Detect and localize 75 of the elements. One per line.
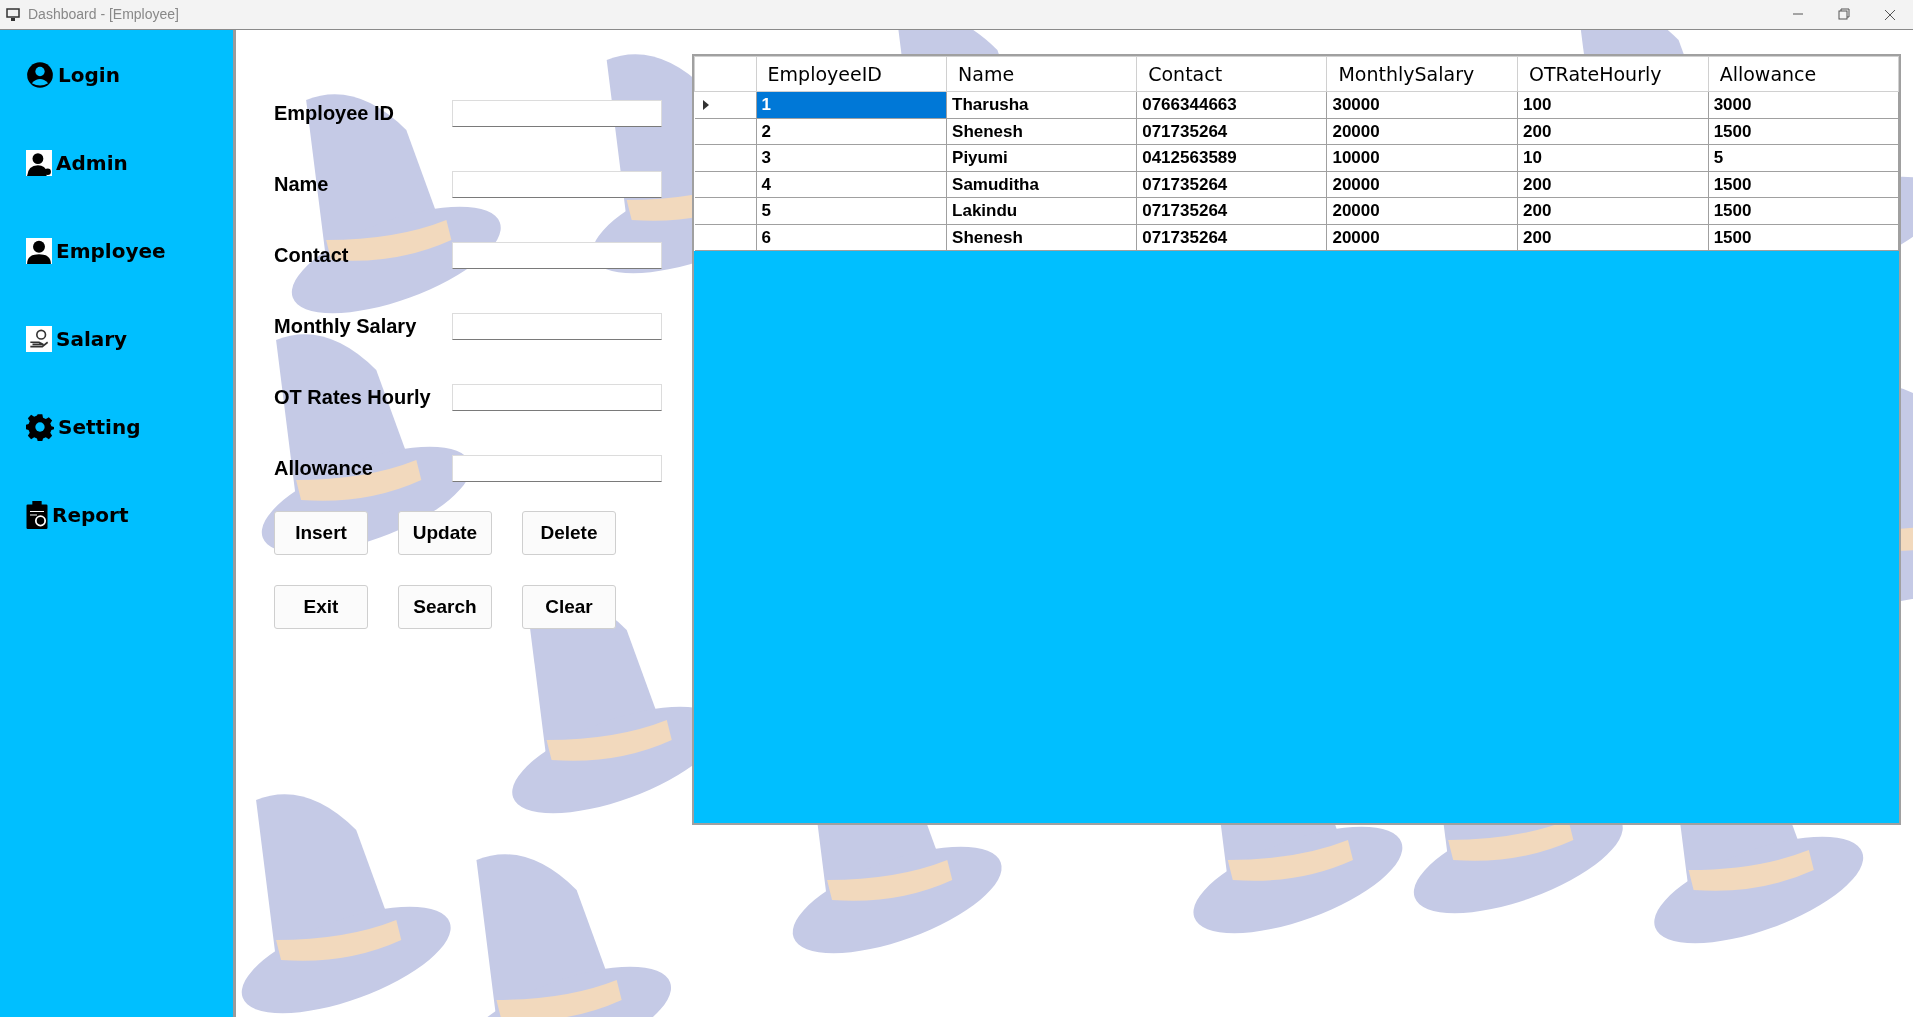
table-cell[interactable]: 200 [1517, 224, 1709, 251]
table-cell[interactable]: 0412563589 [1136, 144, 1327, 171]
field-label: Employee ID [274, 101, 396, 126]
table-cell[interactable]: 1500 [1708, 197, 1899, 224]
field-label: Monthly Salary [274, 314, 418, 339]
table-cell[interactable]: 071735264 [1136, 197, 1327, 224]
table-cell[interactable]: 100 [1517, 91, 1709, 118]
input-field[interactable] [452, 312, 662, 340]
column-header[interactable]: Contact [1136, 56, 1327, 92]
field-label: Name [274, 172, 330, 197]
table-cell[interactable]: 10000 [1326, 144, 1518, 171]
input-field[interactable] [452, 383, 662, 411]
data-grid[interactable] [694, 56, 1899, 251]
sidebar-item[interactable]: Report [0, 496, 233, 534]
input-field[interactable] [452, 241, 662, 269]
action-button[interactable]: Exit [274, 585, 368, 629]
table-cell[interactable]: 3000 [1708, 91, 1899, 118]
sidebar-item[interactable]: Salary [0, 320, 233, 358]
table-cell[interactable]: Tharusha [946, 91, 1137, 118]
hand-coin-icon [26, 326, 52, 352]
user-circle-icon [26, 61, 54, 89]
sidebar-item[interactable]: Login [0, 56, 233, 94]
action-button[interactable]: Insert [274, 511, 368, 555]
table-cell[interactable]: 4 [756, 171, 947, 198]
table-cell[interactable]: 200 [1517, 171, 1709, 198]
table-cell[interactable]: 071735264 [1136, 224, 1327, 251]
table-cell[interactable]: 20000 [1326, 118, 1518, 145]
person-icon [26, 238, 52, 264]
settings-icon [26, 413, 54, 441]
column-header[interactable]: EmployeeID [756, 56, 947, 92]
table-cell[interactable]: 5 [1708, 144, 1899, 171]
table-cell[interactable]: 1 [756, 91, 947, 118]
sidebar-item[interactable]: Setting [0, 408, 233, 446]
table-cell[interactable]: 2 [756, 118, 947, 145]
action-button[interactable]: Search [398, 585, 492, 629]
table-cell[interactable]: 0766344663 [1136, 91, 1327, 118]
clipboard-icon [26, 501, 48, 529]
admin-icon [26, 150, 52, 176]
column-header[interactable]: MonthlySalary [1326, 56, 1518, 92]
column-header[interactable]: Name [946, 56, 1137, 92]
table-cell[interactable]: 1500 [1708, 118, 1899, 145]
column-header[interactable]: Allowance [1708, 56, 1899, 92]
action-button[interactable]: Update [398, 511, 492, 555]
table-cell[interactable]: 071735264 [1136, 171, 1327, 198]
field-label: OT Rates Hourly [274, 385, 432, 410]
input-field[interactable] [452, 99, 662, 127]
table-cell[interactable]: 3 [756, 144, 947, 171]
table-cell[interactable]: 1500 [1708, 171, 1899, 198]
table-cell[interactable]: 5 [756, 197, 947, 224]
sidebar-item[interactable]: Employee [0, 232, 233, 270]
table-cell[interactable]: 20000 [1326, 224, 1518, 251]
app-icon [6, 7, 20, 22]
table-cell[interactable]: 6 [756, 224, 947, 251]
column-header[interactable]: OTRateHourly [1517, 56, 1709, 92]
sidebar-item[interactable]: Admin [0, 144, 233, 182]
input-field[interactable] [452, 454, 662, 482]
table-cell[interactable]: 071735264 [1136, 118, 1327, 145]
table-cell[interactable]: Shenesh [946, 224, 1137, 251]
action-button[interactable]: Clear [522, 585, 616, 629]
table-cell[interactable]: 30000 [1326, 91, 1518, 118]
table-cell[interactable]: 20000 [1326, 171, 1518, 198]
table-cell[interactable]: 200 [1517, 197, 1709, 224]
table-cell[interactable]: 10 [1517, 144, 1709, 171]
table-cell[interactable]: Samuditha [946, 171, 1137, 198]
input-field[interactable] [452, 170, 662, 198]
field-label: Allowance [274, 456, 374, 481]
window-title: Dashboard - [Employee] [28, 5, 179, 24]
table-cell[interactable]: 1500 [1708, 224, 1899, 251]
table-cell[interactable]: Shenesh [946, 118, 1137, 145]
table-cell[interactable]: Piyumi [946, 144, 1137, 171]
table-cell[interactable]: 200 [1517, 118, 1709, 145]
table-cell[interactable]: 20000 [1326, 197, 1518, 224]
action-button[interactable]: Delete [522, 511, 616, 555]
table-cell[interactable]: Lakindu [946, 197, 1137, 224]
field-label: Contact [274, 243, 350, 268]
